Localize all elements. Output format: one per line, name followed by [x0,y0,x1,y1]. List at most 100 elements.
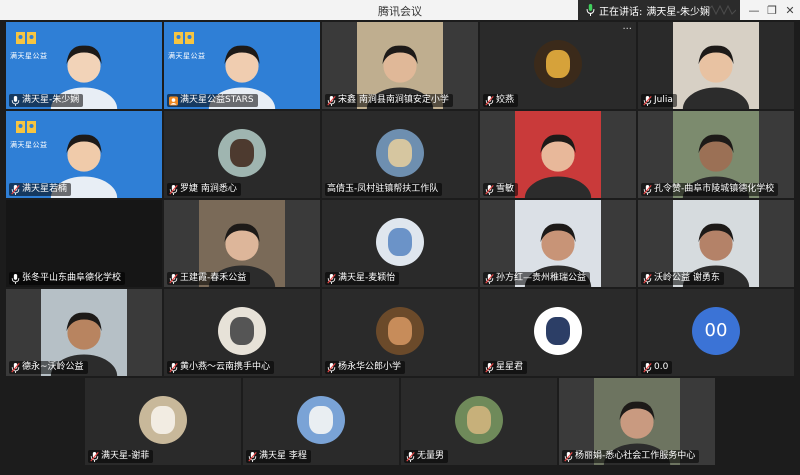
initials-avatar: 00 [692,306,740,355]
profile-avatar [218,128,266,177]
participant-nameplate: 孙方红—贵州稚瑞公益 [483,272,591,285]
mic-muted-icon [169,184,178,195]
participant-nameplate: 张冬平山东曲阜德化学校 [9,272,126,285]
participant-name: Julia [654,95,673,105]
mic-muted-icon [564,451,573,462]
participant-name: 星星君 [496,362,524,372]
participant-nameplate: 满天星-朱少娴 [9,94,84,107]
waveform-icon [708,4,736,16]
participant-name: 德永~沃岭公益 [22,362,84,372]
participant-tile[interactable]: ··· 姣燕 [480,22,636,109]
participant-tile[interactable]: 杨永华公郎小学 [322,289,478,376]
participant-name: 0.0 [654,362,669,372]
participant-tile[interactable]: 德永~沃岭公益 [6,289,162,376]
participant-tile[interactable]: 孙方红—贵州稚瑞公益 [480,200,636,287]
participant-tile[interactable]: 满天星公益满天星-朱少娴 [6,22,162,109]
participant-nameplate: 满天星若楠 [9,183,72,196]
brand-logo-text: 满天星公益 [10,141,48,149]
mic-muted-icon [643,362,652,373]
participant-tile[interactable]: 罗婕 南涧悉心 [164,111,320,198]
avatar-image [151,405,175,434]
minimize-icon: — [748,3,760,17]
more-options-button[interactable]: ··· [622,24,632,35]
participant-nameplate: 沃岭公益 谢勇东 [641,272,724,285]
participant-nameplate: 宋鑫 南涧县南涧镇安定小学 [325,94,453,107]
participant-name: 满天星公益STARS [180,95,254,105]
participant-tile[interactable]: 满天星-麦颖怡 [322,200,478,287]
person-video [524,134,592,198]
participant-tile[interactable]: 高倩玉-凤村驻镇帮扶工作队 [322,111,478,198]
participant-tile[interactable]: Julia [638,22,794,109]
participant-tile[interactable]: 满天星公益满天星若楠 [6,111,162,198]
mic-muted-icon [485,362,494,373]
participant-name: 罗婕 南涧悉心 [180,184,237,194]
participant-tile[interactable]: 满天星 李程 [243,378,399,465]
brand-logo-icon [16,121,36,133]
participant-name: 满天星若楠 [22,184,68,194]
participant-name: 张冬平山东曲阜德化学校 [22,273,122,283]
restore-icon: ❐ [767,3,777,17]
participant-nameplate: 杨丽娟-悉心社会工作服务中心 [562,450,700,463]
participant-name: 杨丽娟-悉心社会工作服务中心 [575,451,696,461]
participant-name: 雪敏 [496,184,515,194]
brand-logo-text: 满天星公益 [10,52,48,60]
mic-muted-icon [248,451,257,462]
mic-icon [11,273,20,284]
participant-nameplate: 姣燕 [483,94,519,107]
participant-tile[interactable]: 沃岭公益 谢勇东 [638,200,794,287]
participant-name: 杨永华公郎小学 [338,362,402,372]
mic-muted-icon [169,273,178,284]
mic-muted-icon [485,95,494,106]
avatar-image [467,405,491,434]
participant-nameplate: 雪敏 [483,183,519,196]
restore-button[interactable]: ❐ [762,0,782,20]
person-video [682,45,750,109]
profile-avatar [376,306,424,355]
minimize-button[interactable]: — [744,0,764,20]
mic-muted-icon [485,184,494,195]
participant-tile[interactable]: 无量男 [401,378,557,465]
participant-tile[interactable]: 张冬平山东曲阜德化学校 [6,200,162,287]
mic-muted-icon [169,362,178,373]
participant-nameplate: 满天星公益STARS [167,94,258,107]
participant-nameplate: 德永~沃岭公益 [9,361,88,374]
profile-avatar [297,395,345,444]
video-grid: 满天星公益 满天星-朱少娴 满天星公益 满天星公益STARS 宋鑫 南涧县南涧镇安定小学… [0,20,800,475]
participant-name: 王建霞-春禾公益 [180,273,247,283]
participant-name: 满天星-朱少娴 [22,95,80,105]
participant-name: 满天星-谢菲 [101,451,150,461]
participant-tile[interactable]: 宋鑫 南涧县南涧镇安定小学 [322,22,478,109]
participant-tile[interactable]: 杨丽娟-悉心社会工作服务中心 [559,378,715,465]
speaking-name: 满天星-朱少娴 [646,6,710,18]
participant-tile[interactable]: 黄小燕～云南携手中心 [164,289,320,376]
participant-tile[interactable]: 星星君 [480,289,636,376]
participant-tile[interactable]: 满天星-谢菲 [85,378,241,465]
profile-avatar [139,395,187,444]
participant-name: 黄小燕～云南携手中心 [180,362,271,372]
participant-tile[interactable]: 雪敏 [480,111,636,198]
speaking-indicator: 正在讲话: 满天星-朱少娴 [578,0,740,20]
mic-muted-icon [327,95,336,106]
participant-name: 无量男 [417,451,445,461]
profile-avatar [534,39,582,88]
participant-nameplate: 无量男 [404,450,449,463]
mic-muted-icon [406,451,415,462]
host-icon [169,96,178,105]
participant-name: 沃岭公益 谢勇东 [654,273,720,283]
avatar-image [388,227,412,256]
participant-tile[interactable]: 00 0.0 [638,289,794,376]
mic-muted-icon [90,451,99,462]
mic-muted-icon [485,273,494,284]
participant-name: 满天星 李程 [259,451,307,461]
participant-tile[interactable]: 满天星公益 满天星公益STARS [164,22,320,109]
mic-icon [586,4,595,16]
participant-nameplate: 王建霞-春禾公益 [167,272,251,285]
participant-nameplate: 杨永华公郎小学 [325,361,406,374]
participant-tile[interactable]: 王建霞-春禾公益 [164,200,320,287]
participant-nameplate: 罗婕 南涧悉心 [167,183,241,196]
participant-tile[interactable]: 孔令赞-曲阜市陵城镇德化学校 [638,111,794,198]
participant-name: 孙方红—贵州稚瑞公益 [496,273,587,283]
profile-avatar [218,306,266,355]
close-button[interactable]: ✕ [780,0,800,20]
brand-logo-icon [174,32,194,44]
